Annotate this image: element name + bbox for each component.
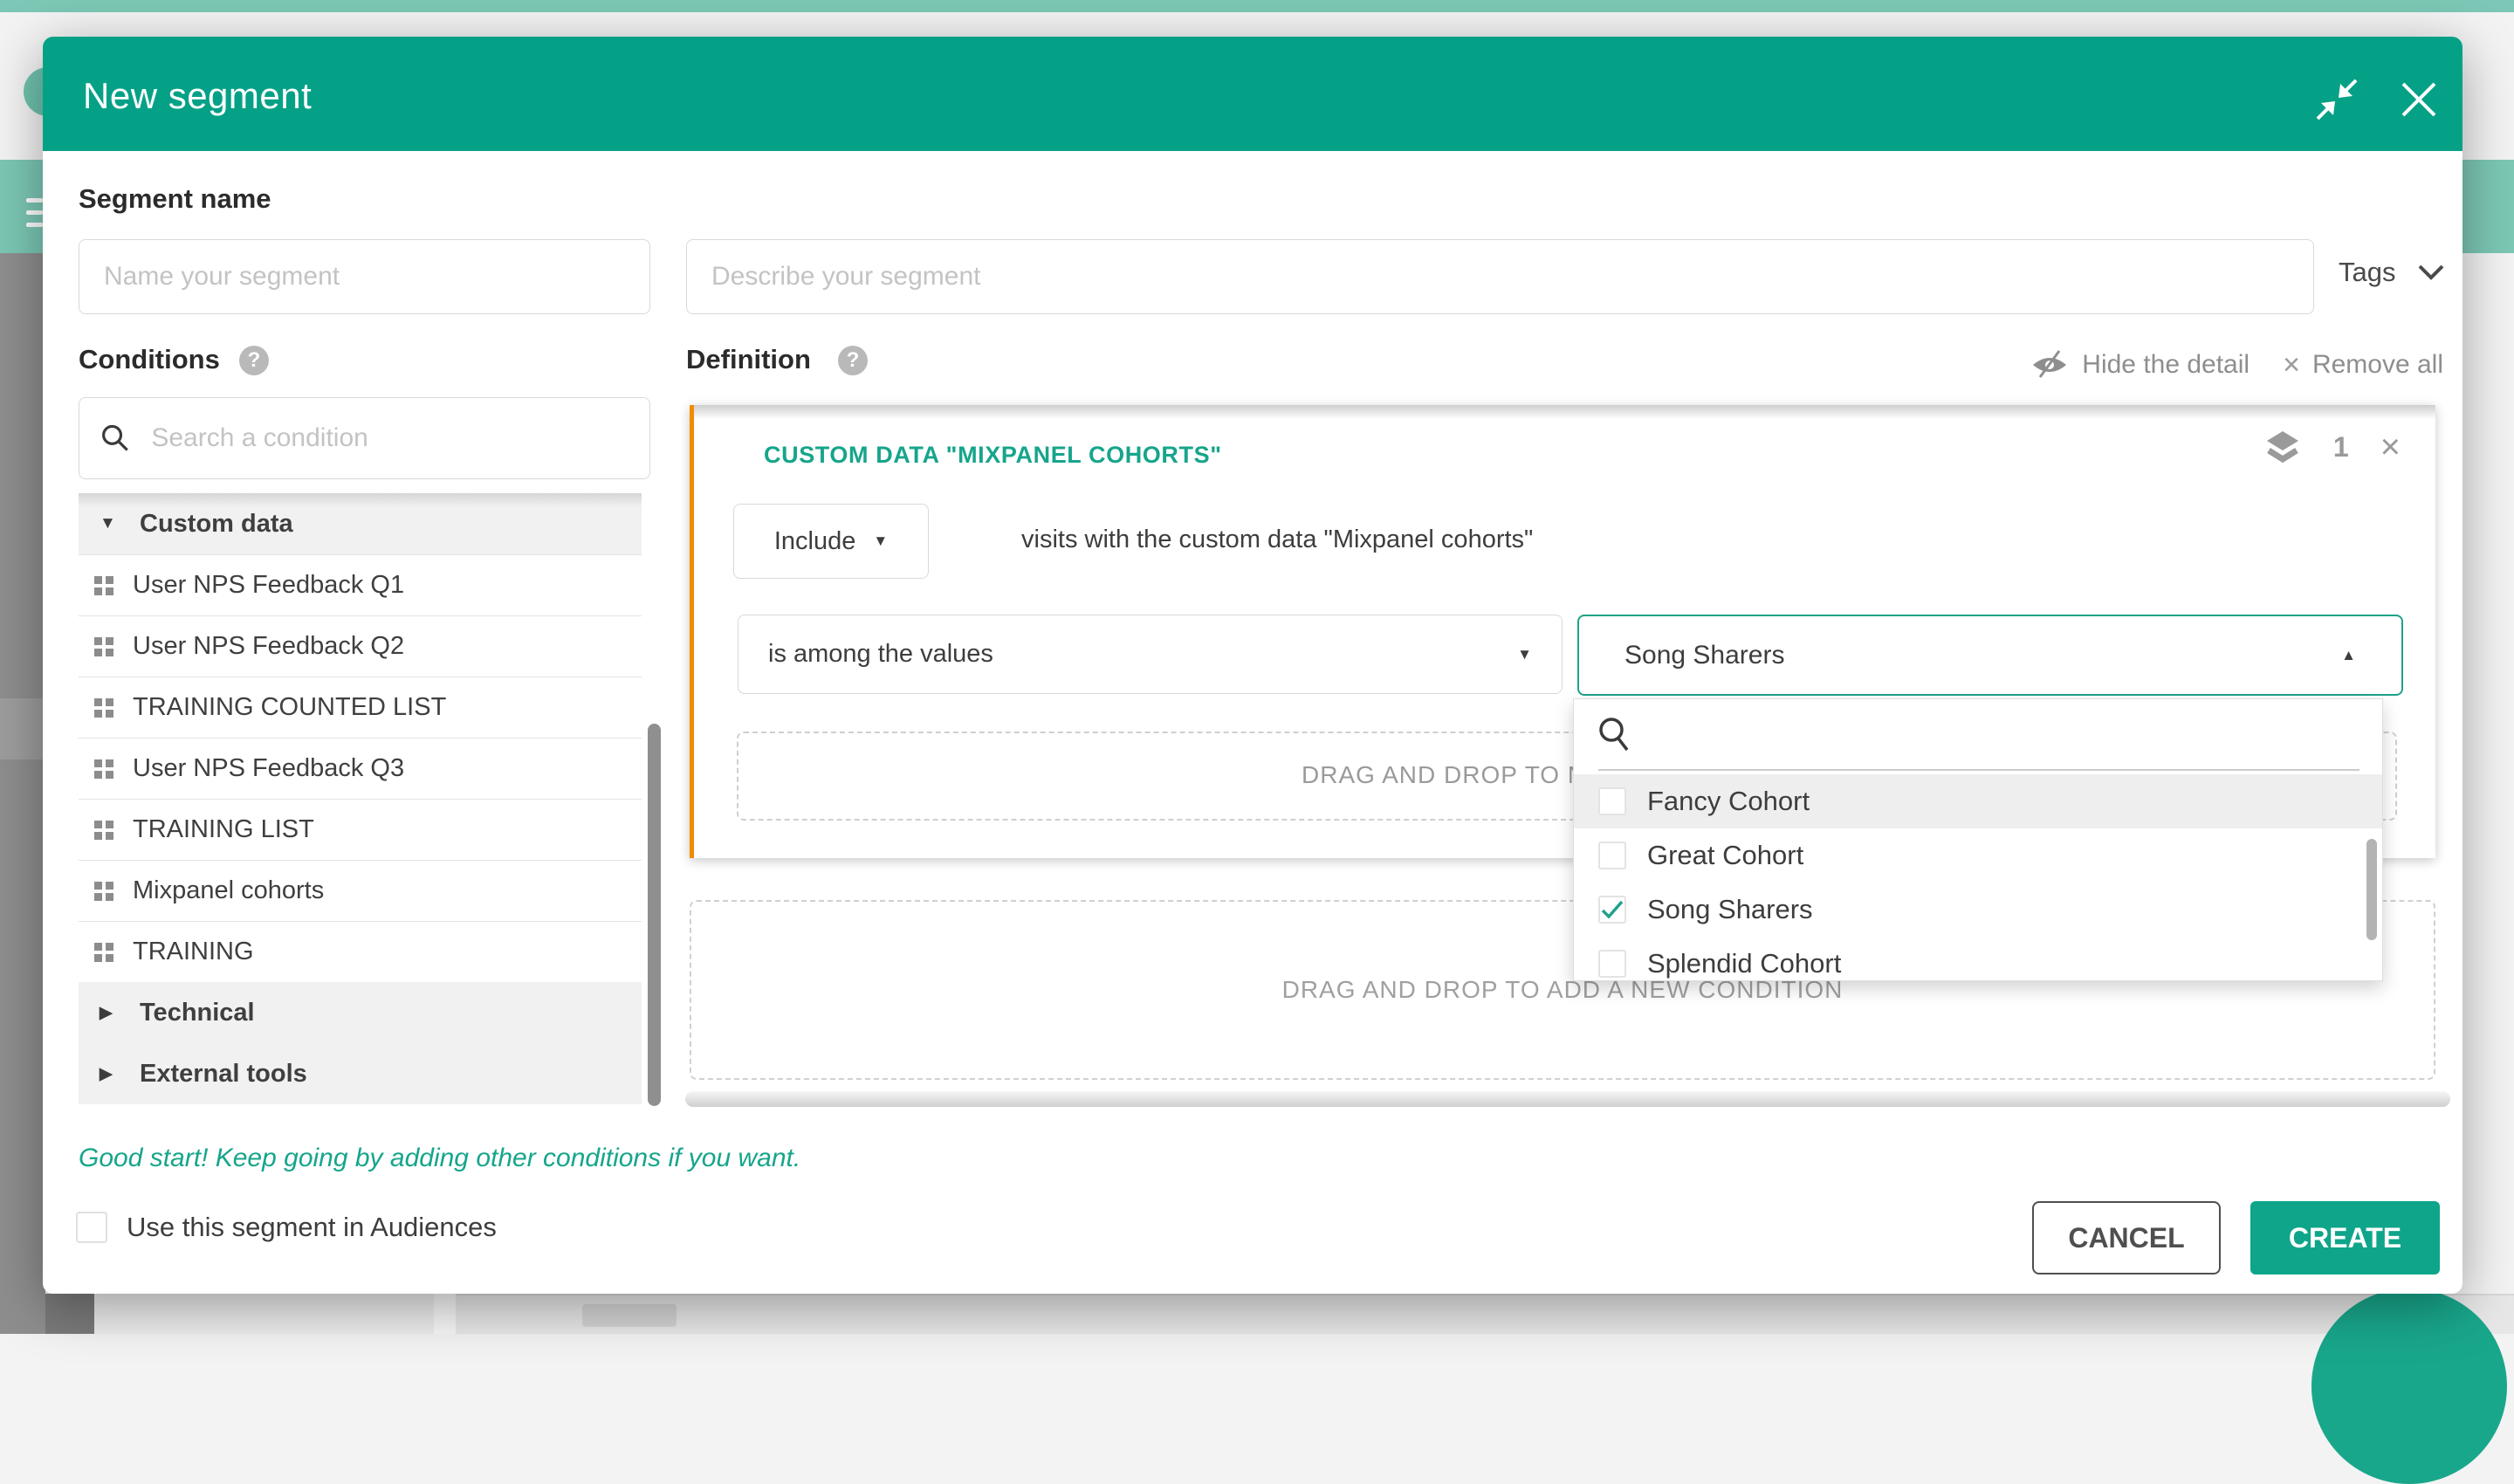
background-top-strip <box>0 0 2514 12</box>
divider <box>1598 769 2359 771</box>
modal-header: New segment <box>43 37 2462 151</box>
triangle-down-icon: ▼ <box>100 514 120 533</box>
drag-handle-icon <box>94 882 115 901</box>
chevron-down-icon <box>2418 265 2444 280</box>
sidebar-active-item <box>0 698 45 759</box>
search-icon <box>100 422 130 455</box>
background-sidebar <box>0 253 45 1334</box>
condition-description: visits with the custom data "Mixpanel co… <box>1021 526 1533 554</box>
background-block <box>94 1294 434 1334</box>
value-dropdown-panel: Fancy Cohort Great Cohort Song Sharers S… <box>1573 698 2383 981</box>
segment-description-input[interactable] <box>686 239 2314 314</box>
dropdown-option[interactable]: Fancy Cohort <box>1574 774 2382 828</box>
layer-count: 1 <box>2333 431 2349 464</box>
condition-group-technical[interactable]: ▶ Technical <box>79 982 642 1043</box>
value-combobox[interactable]: Song Sharers ▲ <box>1577 615 2403 696</box>
triangle-right-icon: ▶ <box>100 1064 120 1084</box>
caret-up-icon: ▲ <box>2341 647 2356 664</box>
background-panel <box>456 1294 2514 1334</box>
create-button[interactable]: CREATE <box>2250 1201 2440 1274</box>
collapse-icon[interactable] <box>2314 79 2359 120</box>
condition-item[interactable]: User NPS Feedback Q3 <box>79 738 642 799</box>
drag-handle-icon <box>94 759 115 779</box>
progress-hint: Good start! Keep going by adding other c… <box>79 1144 800 1173</box>
conditions-title: Conditions <box>79 344 220 375</box>
tags-label: Tags <box>2339 257 2395 288</box>
condition-item[interactable]: User NPS Feedback Q2 <box>79 615 642 677</box>
drag-handle-icon <box>94 637 115 656</box>
condition-search-input[interactable] <box>151 423 628 453</box>
condition-card-title: CUSTOM DATA "MIXPANEL COHORTS" <box>764 442 1222 469</box>
remove-all-button[interactable]: × Remove all <box>2283 348 2443 382</box>
conditions-scrollbar[interactable] <box>648 724 661 1106</box>
floating-action-button <box>2311 1288 2507 1484</box>
hide-detail-label: Hide the detail <box>2082 350 2250 380</box>
background-tab <box>582 1304 677 1327</box>
hide-detail-button[interactable]: Hide the detail <box>2030 347 2250 382</box>
checkbox-unchecked[interactable] <box>1598 787 1626 815</box>
dropdown-option[interactable]: Splendid Cohort <box>1574 937 2382 981</box>
drag-handle-icon <box>94 943 115 962</box>
condition-item[interactable]: User NPS Feedback Q1 <box>79 554 642 615</box>
caret-down-icon: ▼ <box>1517 646 1532 663</box>
cancel-button[interactable]: CANCEL <box>2032 1201 2221 1274</box>
tags-dropdown[interactable]: Tags <box>2339 257 2444 288</box>
conditions-list: ▼ Custom data User NPS Feedback Q1 User … <box>79 493 642 1104</box>
condition-search-box <box>79 397 650 479</box>
segment-name-input[interactable] <box>79 239 650 314</box>
audiences-checkbox[interactable] <box>76 1212 107 1243</box>
checkbox-unchecked[interactable] <box>1598 842 1626 869</box>
triangle-right-icon: ▶ <box>100 1003 120 1023</box>
dropdown-option[interactable]: Great Cohort <box>1574 828 2382 883</box>
condition-item[interactable]: TRAINING COUNTED LIST <box>79 677 642 738</box>
new-segment-modal: New segment Segment n <box>43 37 2462 1294</box>
condition-group-external-tools[interactable]: ▶ External tools <box>79 1043 642 1104</box>
drag-handle-icon <box>94 576 115 595</box>
dropdown-option[interactable]: Song Sharers <box>1574 883 2382 937</box>
dropdown-search[interactable] <box>1597 715 1633 758</box>
layers-icon <box>2263 429 2302 464</box>
condition-item[interactable]: TRAINING LIST <box>79 799 642 860</box>
condition-group-custom-data[interactable]: ▼ Custom data <box>79 493 642 554</box>
condition-item[interactable]: TRAINING <box>79 921 642 982</box>
search-icon <box>1597 715 1633 753</box>
checkmark-icon <box>1601 900 1624 919</box>
condition-item[interactable]: Mixpanel cohorts <box>79 860 642 921</box>
audiences-label: Use this segment in Audiences <box>127 1212 497 1243</box>
background-block <box>434 1294 456 1334</box>
include-dropdown[interactable]: Include ▼ <box>733 504 929 579</box>
drag-handle-icon <box>94 821 115 840</box>
horizontal-scrollbar[interactable] <box>685 1091 2450 1107</box>
eye-slash-icon <box>2030 347 2070 382</box>
caret-down-icon: ▼ <box>873 532 888 550</box>
definition-help-icon[interactable]: ? <box>838 346 868 375</box>
checkbox-unchecked[interactable] <box>1598 950 1626 978</box>
conditions-help-icon[interactable]: ? <box>239 346 269 375</box>
dropdown-scrollbar[interactable] <box>2366 839 2377 940</box>
definition-title: Definition <box>686 344 811 375</box>
segment-name-label: Segment name <box>79 183 271 215</box>
drag-handle-icon <box>94 698 115 718</box>
operator-dropdown[interactable]: is among the values ▼ <box>738 615 1563 694</box>
remove-condition-icon[interactable]: × <box>2380 429 2401 464</box>
remove-all-x-icon: × <box>2283 348 2300 382</box>
background-block <box>45 1294 94 1334</box>
close-icon[interactable] <box>2400 80 2438 119</box>
checkbox-checked[interactable] <box>1598 896 1626 924</box>
remove-all-label: Remove all <box>2312 350 2443 380</box>
modal-title: New segment <box>83 75 312 117</box>
